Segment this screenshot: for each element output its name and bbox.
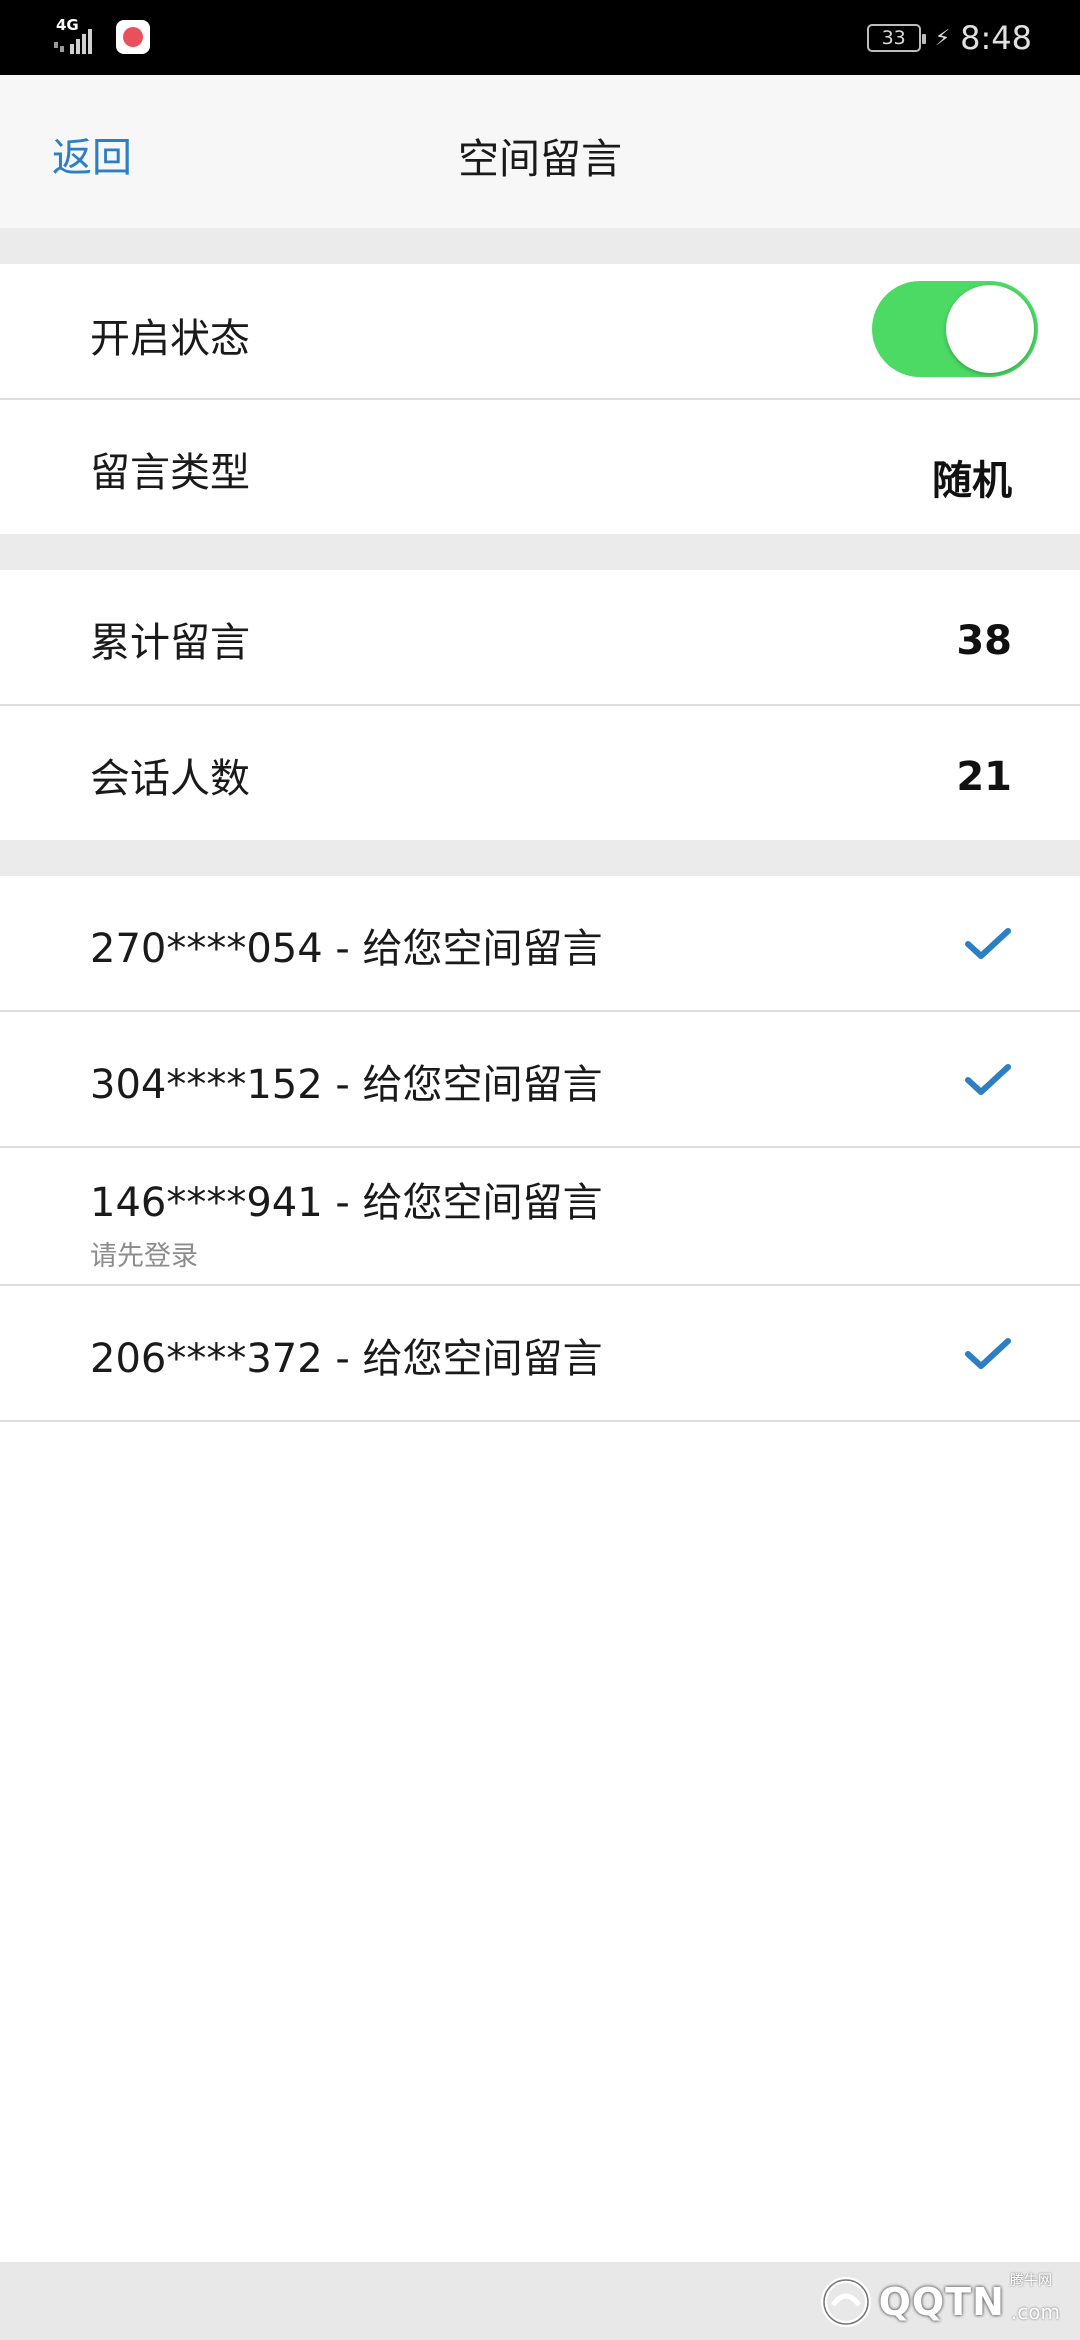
message-text: 270****054 - 给您空间留言 [90, 926, 603, 972]
status-bar: 4G 33 ⚡ 8:48 [0, 0, 1080, 75]
signal-icon: 4G [54, 16, 110, 56]
sessions-label: 会话人数 [90, 756, 250, 802]
bottom-bar: QQTN .com 腾牛网 [0, 2262, 1080, 2340]
checkmark-icon [965, 928, 1011, 959]
clock: 8:48 [960, 19, 1032, 57]
section-divider [0, 840, 1080, 876]
battery-icon: 33 [866, 24, 926, 52]
message-item[interactable]: 270****054 - 给您空间留言 [0, 876, 1080, 1012]
enabled-row: 开启状态 [0, 264, 1080, 400]
message-item[interactable]: 146****941 - 给您空间留言 请先登录 [0, 1148, 1080, 1286]
watermark-text: QQTN [878, 2280, 1005, 2324]
message-item[interactable]: 206****372 - 给您空间留言 [0, 1286, 1080, 1422]
section-divider [0, 534, 1080, 570]
enabled-toggle[interactable] [872, 281, 1038, 377]
message-text: 304****152 - 给您空间留言 [90, 1062, 603, 1108]
checkmark-icon [965, 1338, 1011, 1369]
message-type-row[interactable]: 留言类型 随机 [0, 400, 1080, 534]
enabled-label: 开启状态 [90, 316, 250, 362]
status-right: 33 ⚡ 8:48 [866, 18, 1032, 58]
message-note: 请先登录 [90, 1241, 198, 1272]
app-notification-icon [116, 20, 150, 54]
message-text: 146****941 - 给您空间留言 [90, 1180, 603, 1226]
page-title: 空间留言 [458, 135, 622, 183]
watermark-small: 腾牛网 [1010, 2273, 1052, 2289]
watermark: QQTN .com 腾牛网 [819, 2273, 1060, 2330]
watermark-logo-icon [820, 2277, 871, 2327]
sessions-row: 会话人数 21 [0, 706, 1080, 840]
total-messages-row: 累计留言 38 [0, 570, 1080, 706]
charging-icon: ⚡ [934, 25, 951, 51]
watermark-suffix: .com [1010, 2300, 1060, 2324]
total-messages-value: 38 [956, 618, 1012, 664]
checkmark-icon [965, 1064, 1011, 1095]
nav-bar: 返回 空间留言 [0, 75, 1080, 228]
message-type-value: 随机 [932, 458, 1012, 504]
sessions-value: 21 [956, 754, 1012, 800]
message-item[interactable]: 304****152 - 给您空间留言 [0, 1012, 1080, 1148]
section-divider [0, 228, 1080, 264]
battery-level: 33 [881, 27, 906, 49]
toggle-knob [946, 285, 1034, 373]
message-text: 206****372 - 给您空间留言 [90, 1336, 603, 1382]
message-type-label: 留言类型 [90, 450, 250, 496]
total-messages-label: 累计留言 [90, 620, 250, 666]
